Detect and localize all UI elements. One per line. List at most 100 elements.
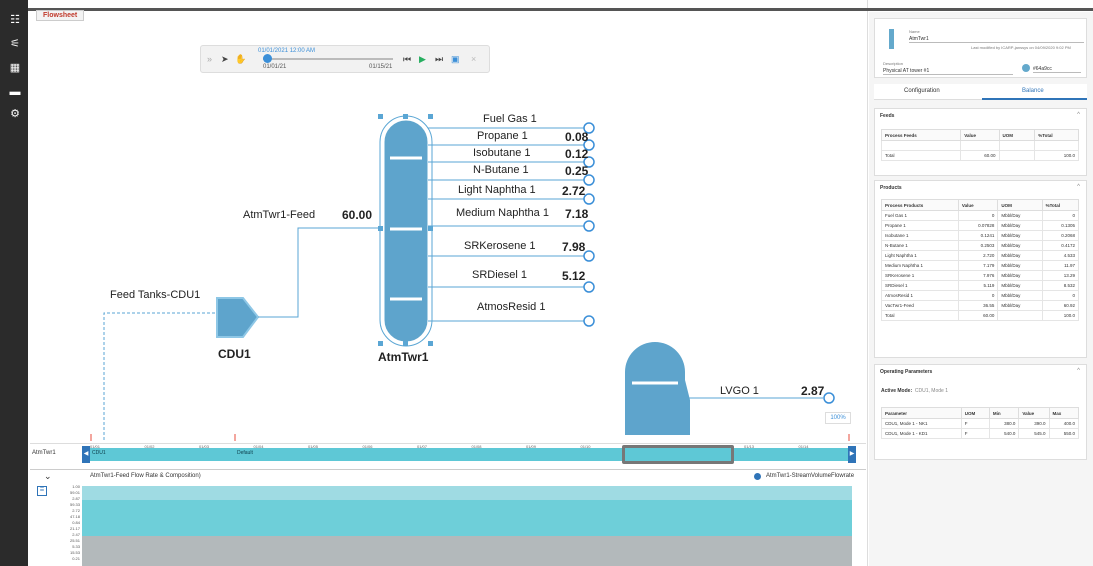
axis-tick-label: 0.84 (72, 520, 80, 525)
timeline-segment-unit: CDU1 (92, 450, 106, 456)
col-header[interactable]: Value (957, 199, 999, 211)
atmtwr1-label[interactable]: AtmTwr1 (378, 350, 428, 364)
axis-tick-label: 15.53 (69, 550, 80, 555)
product-value: 7.18 (565, 207, 589, 221)
product-value: 7.98 (562, 240, 586, 254)
last-modified: Last modified by ICARP-janssys on 04/09/… (971, 45, 1071, 50)
product-value: 5.12 (562, 269, 586, 283)
table-row: N-Butane 1 0.2503 Mbbl/Day 0.4172 (881, 240, 1080, 251)
process-diagram (90, 114, 850, 441)
axis-tick-label: 25.51 (69, 538, 80, 543)
product-label: N-Butane 1 (473, 164, 529, 176)
name-label: Name (909, 29, 920, 34)
col-header[interactable]: Process Feeds (880, 129, 962, 141)
product-label: Medium Naphtha 1 (456, 207, 549, 219)
vac-stream-label: LVGO 1 (720, 385, 759, 397)
feed-source-line (103, 312, 215, 440)
timeline-next-button[interactable]: ▶ (848, 446, 856, 463)
axis-tick-label: 47.18 (69, 514, 80, 519)
timeline-prev-button[interactable]: ◀ (82, 446, 90, 463)
feeds-table: Process Feeds Value UOM %Total Total 60.… (880, 129, 1079, 161)
legend-dot-icon (754, 473, 761, 480)
operating-parameters-card: Operating Parameters ^ Active Mode: CDU1… (874, 364, 1087, 460)
table-row: AtmosResid 1 0 Mbbl/Day 0 (881, 290, 1080, 301)
col-header[interactable]: %Total (1041, 199, 1080, 211)
trend-y-axis: 1.00 59.01 2.87 59.33 2.72 47.18 0.84 21.17 2.47… (50, 484, 80, 566)
axis-tick-label: 21.17 (69, 526, 80, 531)
axis-tick-label: 59.33 (69, 502, 80, 507)
feeds-card: Feeds ^ Process Feeds Value UOM %Total T… (874, 108, 1087, 176)
collapse-chevron-icon[interactable]: ⌄ (44, 471, 52, 482)
trend-title: AtmTwr1-Feed Flow Rate & Composition) (90, 473, 201, 479)
zoom-level[interactable]: 100% (825, 412, 851, 424)
product-value: 0.12 (565, 147, 589, 161)
col-header[interactable]: UOM (998, 129, 1036, 141)
product-value: 0.25 (565, 164, 589, 178)
trend-options-icon[interactable]: ☰ (37, 486, 47, 496)
collapse-icon[interactable]: ^ (1077, 184, 1080, 190)
table-row: Fuel Gas 1 0 Mbbl/Day 0 (881, 210, 1080, 221)
feed-source-label: Feed Tanks-CDU1 (110, 289, 201, 301)
axis-tick-label: 59.01 (69, 490, 80, 495)
axis-tick-label: 2.47 (72, 532, 80, 537)
product-label: Propane 1 (477, 130, 528, 142)
table-row (880, 140, 1079, 151)
vactwr-shape (625, 342, 690, 435)
operating-table: Parameter UOM Min Value Max CDU1, Mode 1… (881, 407, 1080, 439)
axis-tick-label: 0.21 (72, 556, 80, 561)
trend-band (82, 536, 852, 566)
axis-tick-label: 2.87 (72, 496, 80, 501)
unit-color-swatch (889, 29, 894, 49)
description-label: Description (883, 61, 904, 66)
table-row: Propane 1 0.07828 Mbbl/Day 0.1305 (881, 220, 1080, 231)
col-header[interactable]: Min (988, 407, 1020, 419)
tab-balance[interactable]: Balance (1022, 88, 1044, 94)
trend-band (82, 486, 852, 500)
tab-configuration[interactable]: Configuration (904, 88, 940, 94)
atmtwr1-shape (383, 119, 429, 343)
active-tab-indicator (982, 98, 1087, 100)
products-title: Products (880, 185, 902, 191)
product-label: Isobutane 1 (473, 147, 531, 159)
products-table: Process Products Value UOM %Total Fuel G… (881, 199, 1080, 321)
axis-tick-label: 2.72 (72, 508, 80, 513)
product-label: Light Naphtha 1 (458, 184, 536, 196)
timeline-bar[interactable]: CDU1 Default (82, 448, 852, 461)
product-label: AtmosResid 1 (477, 301, 546, 313)
col-header[interactable]: Process Products (881, 199, 959, 211)
product-value: 2.72 (562, 184, 586, 198)
feed-stream-value: 60.00 (342, 208, 373, 222)
color-picker-icon[interactable] (1022, 64, 1030, 72)
timeline-row-label: AtmTwr1 (32, 450, 56, 456)
table-row: SRDiesel 1 5.119 Mbbl/Day 8.532 (881, 280, 1080, 291)
col-header[interactable]: %Total (1034, 129, 1079, 141)
app-root: ☷ ⚟ ▦ ▬ ⚙ Flowsheet » ➤ ✋ 01/01/2021 12:… (0, 0, 1093, 566)
col-header[interactable]: Value (960, 129, 1000, 141)
cdu1-label[interactable]: CDU1 (218, 347, 251, 361)
table-row: Medium Naphtha 1 7.179 Mbbl/Day 11.97 (881, 260, 1080, 271)
trend-plot[interactable] (82, 486, 852, 566)
col-header[interactable]: UOM (997, 199, 1043, 211)
collapse-icon[interactable]: ^ (1077, 112, 1080, 118)
name-field[interactable]: AtmTwr1 (909, 36, 1084, 43)
table-row: VacTwr1-Feed 36.55 Mbbl/Day 60.92 (881, 300, 1080, 311)
product-label: Fuel Gas 1 (483, 113, 537, 125)
feed-stream-label: AtmTwr1-Feed (243, 209, 316, 221)
active-mode: Active Mode: CDU1, Mode 1 (881, 388, 948, 394)
collapse-icon[interactable]: ^ (1077, 368, 1080, 374)
description-field[interactable]: Physical AT tower #1 (883, 68, 1013, 75)
table-row: Light Naphtha 1 2.720 Mbbl/Day 4.533 (881, 250, 1080, 261)
col-header[interactable]: Value (1018, 407, 1050, 419)
cdu1-shape (216, 297, 260, 338)
table-row: Total 60.00 100.0 (881, 310, 1080, 321)
unit-header-card: Name AtmTwr1 Last modified by ICARP-jans… (874, 18, 1087, 78)
feed-line (258, 227, 380, 318)
axis-tick-label: 5.33 (72, 544, 80, 549)
table-row: CDU1, Mode 1 - KD1 F 540.0 545.0 550.0 (881, 428, 1080, 439)
col-header[interactable]: Max (1048, 407, 1080, 419)
timeline-viewport-handle[interactable] (622, 445, 734, 464)
trend-legend[interactable]: AtmTwr1-StreamVolumeFlowrate (766, 473, 854, 479)
color-hex-field[interactable]: #64a9cc (1033, 66, 1081, 73)
col-header[interactable]: Parameter (881, 407, 962, 419)
col-header[interactable]: UOM (960, 407, 990, 419)
